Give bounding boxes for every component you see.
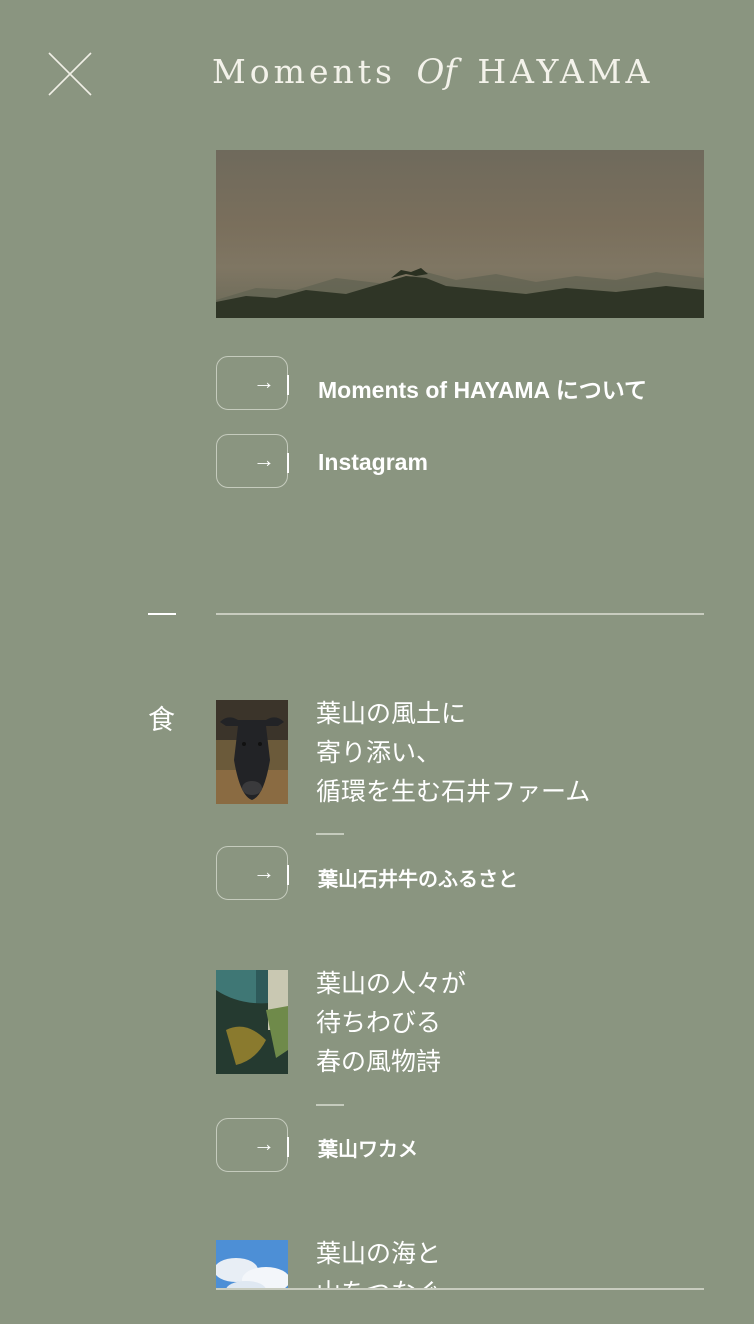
title-line: 春の風物詩	[316, 1047, 442, 1076]
article-link[interactable]: 葉山ワカメ	[318, 1133, 418, 1162]
title-line: 待ちわびる	[316, 1008, 442, 1037]
article-thumbnail-cow[interactable]	[216, 700, 288, 804]
title-line: 寄り添い、	[316, 738, 442, 767]
category-label: 食	[148, 705, 175, 736]
arrow-right-icon: →	[253, 1131, 275, 1156]
article-dash	[316, 1104, 344, 1106]
article-link[interactable]: 葉山石井牛のふるさと	[318, 863, 518, 892]
hero-image	[216, 150, 704, 318]
article-arrow-button[interactable]: →	[216, 846, 289, 900]
seaweed-photo	[216, 970, 288, 1074]
site-logo[interactable]: Moments Of HAYAMA	[212, 52, 653, 92]
article-clip: 葉山の海と 山をつなぐ	[216, 1232, 704, 1289]
logo-word-hayama: HAYAMA	[477, 52, 654, 91]
cow-photo	[216, 700, 288, 804]
article-thumbnail-seaweed[interactable]	[216, 970, 288, 1074]
instagram-link[interactable]: Instagram	[318, 449, 428, 476]
section-dash	[148, 613, 176, 615]
arrow-bar	[287, 375, 289, 395]
article-title[interactable]: 葉山の風土に 寄り添い、 循環を生む石井ファーム	[316, 694, 590, 811]
article-arrow-button[interactable]: →	[216, 1118, 289, 1172]
title-line: 葉山の人々が	[316, 969, 467, 998]
arrow-right-icon: →	[253, 447, 275, 472]
arrow-bar	[287, 453, 289, 473]
arrow-right-icon: →	[253, 369, 275, 394]
about-arrow-button[interactable]: →	[216, 356, 289, 410]
article-thumbnail-sky[interactable]	[216, 1240, 288, 1289]
landscape-silhouette	[216, 268, 704, 318]
logo-word-moments: Moments	[212, 52, 396, 91]
title-line: 葉山の風土に	[316, 699, 467, 728]
close-button[interactable]	[46, 50, 94, 98]
title-line: 循環を生む石井ファーム	[316, 777, 591, 806]
title-line: 山をつなぐ	[316, 1273, 441, 1289]
section-divider	[216, 613, 704, 615]
about-link[interactable]: Moments of HAYAMA について	[318, 371, 647, 405]
article-title[interactable]: 葉山の人々が 待ちわびる 春の風物詩	[316, 964, 466, 1081]
arrow-bar	[287, 1137, 289, 1157]
arrow-bar	[287, 865, 289, 885]
article-title[interactable]: 葉山の海と 山をつなぐ	[316, 1234, 441, 1289]
article-dash	[316, 833, 344, 835]
logo-word-of: Of	[416, 52, 457, 92]
sky-photo	[216, 1240, 288, 1289]
instagram-arrow-button[interactable]: →	[216, 434, 289, 488]
arrow-right-icon: →	[253, 859, 275, 884]
close-icon	[48, 52, 92, 96]
title-line: 葉山の海と	[316, 1239, 442, 1268]
bottom-divider	[216, 1288, 704, 1290]
